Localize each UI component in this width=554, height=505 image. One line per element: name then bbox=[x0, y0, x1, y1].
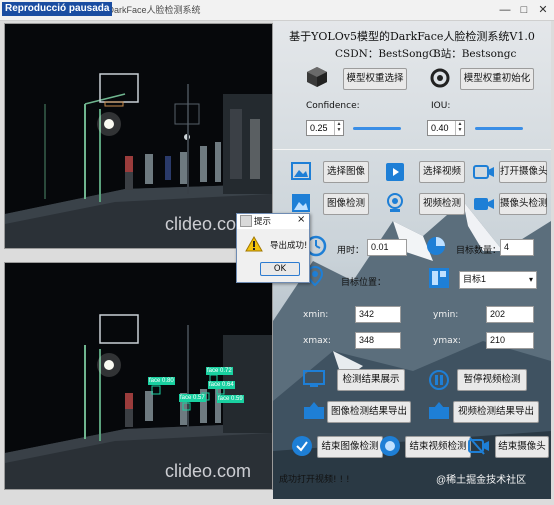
xmin-label: xmin: bbox=[303, 310, 329, 320]
ymax-field: 210 bbox=[486, 332, 534, 349]
target-select[interactable]: 目标1 ▾ bbox=[459, 271, 537, 289]
confidence-spinbox[interactable]: 0.25 ▲ ▼ bbox=[306, 120, 344, 136]
target-select-value: 目标1 bbox=[463, 274, 487, 284]
minimize-button[interactable]: — bbox=[495, 0, 515, 20]
confidence-label: Confidence: bbox=[306, 101, 360, 111]
cube-icon bbox=[307, 67, 327, 87]
end-image-detect-button[interactable]: 结束图像检测 bbox=[317, 436, 383, 458]
video-detect-button[interactable]: 视频检测 bbox=[419, 193, 465, 215]
dialog-close-icon[interactable]: × bbox=[297, 214, 305, 225]
camera-off-icon bbox=[468, 437, 489, 455]
spin-arrows-icon[interactable]: ▲ ▼ bbox=[334, 121, 343, 135]
bilibili-label: B站：Bestsongc bbox=[433, 48, 517, 60]
dialog-titlebar: 提示 × bbox=[237, 214, 309, 229]
show-results-button[interactable]: 检测结果展示 bbox=[337, 369, 405, 391]
footer-watermark: @稀土掘金技术社区 bbox=[436, 475, 527, 486]
stop-video-icon bbox=[380, 436, 400, 456]
position-label: 目标位置： bbox=[341, 278, 387, 288]
video-watermark: clideo.com bbox=[165, 461, 252, 481]
warning-icon bbox=[245, 236, 263, 252]
select-image-button[interactable]: 选择图像 bbox=[323, 161, 369, 183]
original-video-panel: clideo.com bbox=[4, 23, 273, 249]
camera-icon bbox=[473, 165, 494, 179]
end-video-detect-button[interactable]: 结束视频检测 bbox=[405, 436, 471, 458]
select-video-button[interactable]: 选择视频 bbox=[419, 161, 465, 183]
dialog-title: 提示 bbox=[254, 217, 272, 227]
detection-result-panel: face 0.80 face 0.57 face 0.72 face 0.64 … bbox=[4, 262, 273, 490]
end-camera-button[interactable]: 结束摄像头 bbox=[495, 436, 549, 458]
system-title: 基于YOLOv5模型的DarkFace人脸检测系统V1.0 bbox=[289, 30, 535, 43]
count-value-field: 4 bbox=[500, 239, 534, 256]
ymin-label: ymin: bbox=[433, 310, 459, 320]
init-weights-button[interactable]: 模型权重初始化 bbox=[460, 68, 534, 90]
detection-label: face 0.72 bbox=[206, 367, 233, 375]
image-detect-icon bbox=[292, 194, 310, 212]
iou-spinbox[interactable]: 0.40 ▲ ▼ bbox=[427, 120, 465, 136]
open-camera-button[interactable]: 打开摄像头 bbox=[499, 161, 548, 183]
pause-video-button[interactable]: 暂停视频检测 bbox=[457, 369, 527, 391]
monitor-icon bbox=[303, 370, 325, 387]
video-file-icon bbox=[386, 163, 404, 181]
dialog-ok-button[interactable]: OK bbox=[260, 262, 300, 276]
app-icon bbox=[240, 215, 252, 227]
ymax-label: ymax: bbox=[433, 336, 461, 346]
export-video-results-button[interactable]: 视频检测结果导出 bbox=[453, 401, 539, 423]
select-weights-button[interactable]: 模型权重选择 bbox=[343, 68, 407, 90]
control-panel: 基于YOLOv5模型的DarkFace人脸检测系统V1.0 CSDN：BestS… bbox=[273, 21, 551, 499]
info-dialog: 提示 × 导出成功! OK bbox=[236, 213, 310, 283]
maximize-button[interactable]: □ bbox=[514, 0, 534, 20]
xmin-field: 342 bbox=[355, 306, 401, 323]
divider bbox=[273, 149, 551, 150]
confidence-slider[interactable] bbox=[353, 127, 401, 130]
detection-scene bbox=[5, 263, 272, 489]
ymin-field: 202 bbox=[486, 306, 534, 323]
export-image-icon bbox=[304, 402, 324, 419]
count-label: 目标数量： bbox=[456, 246, 502, 256]
time-value-field: 0.01 bbox=[367, 239, 407, 256]
detection-label: face 0.57 bbox=[179, 394, 206, 402]
csdn-label: CSDN：BestSongC bbox=[335, 48, 437, 60]
grid-icon bbox=[429, 268, 449, 288]
image-icon bbox=[291, 162, 311, 180]
status-text: 成功打开视频! ! ! bbox=[279, 475, 350, 485]
iou-value: 0.40 bbox=[431, 123, 449, 133]
confidence-value: 0.25 bbox=[310, 123, 328, 133]
webcam-icon bbox=[387, 193, 403, 212]
window-titlebar: 基于YOLOv5模型的DarkFace人脸检测系统 Reproducció pa… bbox=[0, 0, 554, 21]
detection-label: face 0.80 bbox=[148, 377, 175, 385]
xmax-label: xmax: bbox=[303, 336, 331, 346]
reproduction-paused-badge: Reproducció pausada bbox=[2, 2, 113, 16]
time-label: 用时： bbox=[337, 246, 365, 256]
detection-label: face 0.59 bbox=[217, 395, 244, 403]
spin-arrows-icon[interactable]: ▲ ▼ bbox=[455, 121, 464, 135]
export-image-results-button[interactable]: 图像检测结果导出 bbox=[327, 401, 411, 423]
chevron-down-icon: ▾ bbox=[528, 275, 533, 284]
stop-image-icon bbox=[292, 436, 312, 456]
iou-slider[interactable] bbox=[475, 127, 523, 130]
close-button[interactable]: ✕ bbox=[533, 0, 553, 20]
xmax-field: 348 bbox=[355, 332, 401, 349]
video-camera-icon bbox=[474, 198, 494, 210]
status-bar: 成功打开视频! ! ! @稀土掘金技术社区 bbox=[273, 468, 551, 488]
pause-icon bbox=[429, 370, 449, 390]
camera-detect-button[interactable]: 摄像头检测 bbox=[499, 193, 548, 215]
mountain-background bbox=[273, 21, 551, 499]
python-icon bbox=[430, 68, 450, 88]
dialog-message: 导出成功! bbox=[270, 241, 308, 251]
export-video-icon bbox=[429, 402, 449, 419]
image-detect-button[interactable]: 图像检测 bbox=[323, 193, 369, 215]
pie-chart-icon bbox=[427, 237, 445, 255]
detection-label: face 0.64 bbox=[208, 381, 235, 389]
iou-label: IOU: bbox=[431, 101, 451, 111]
